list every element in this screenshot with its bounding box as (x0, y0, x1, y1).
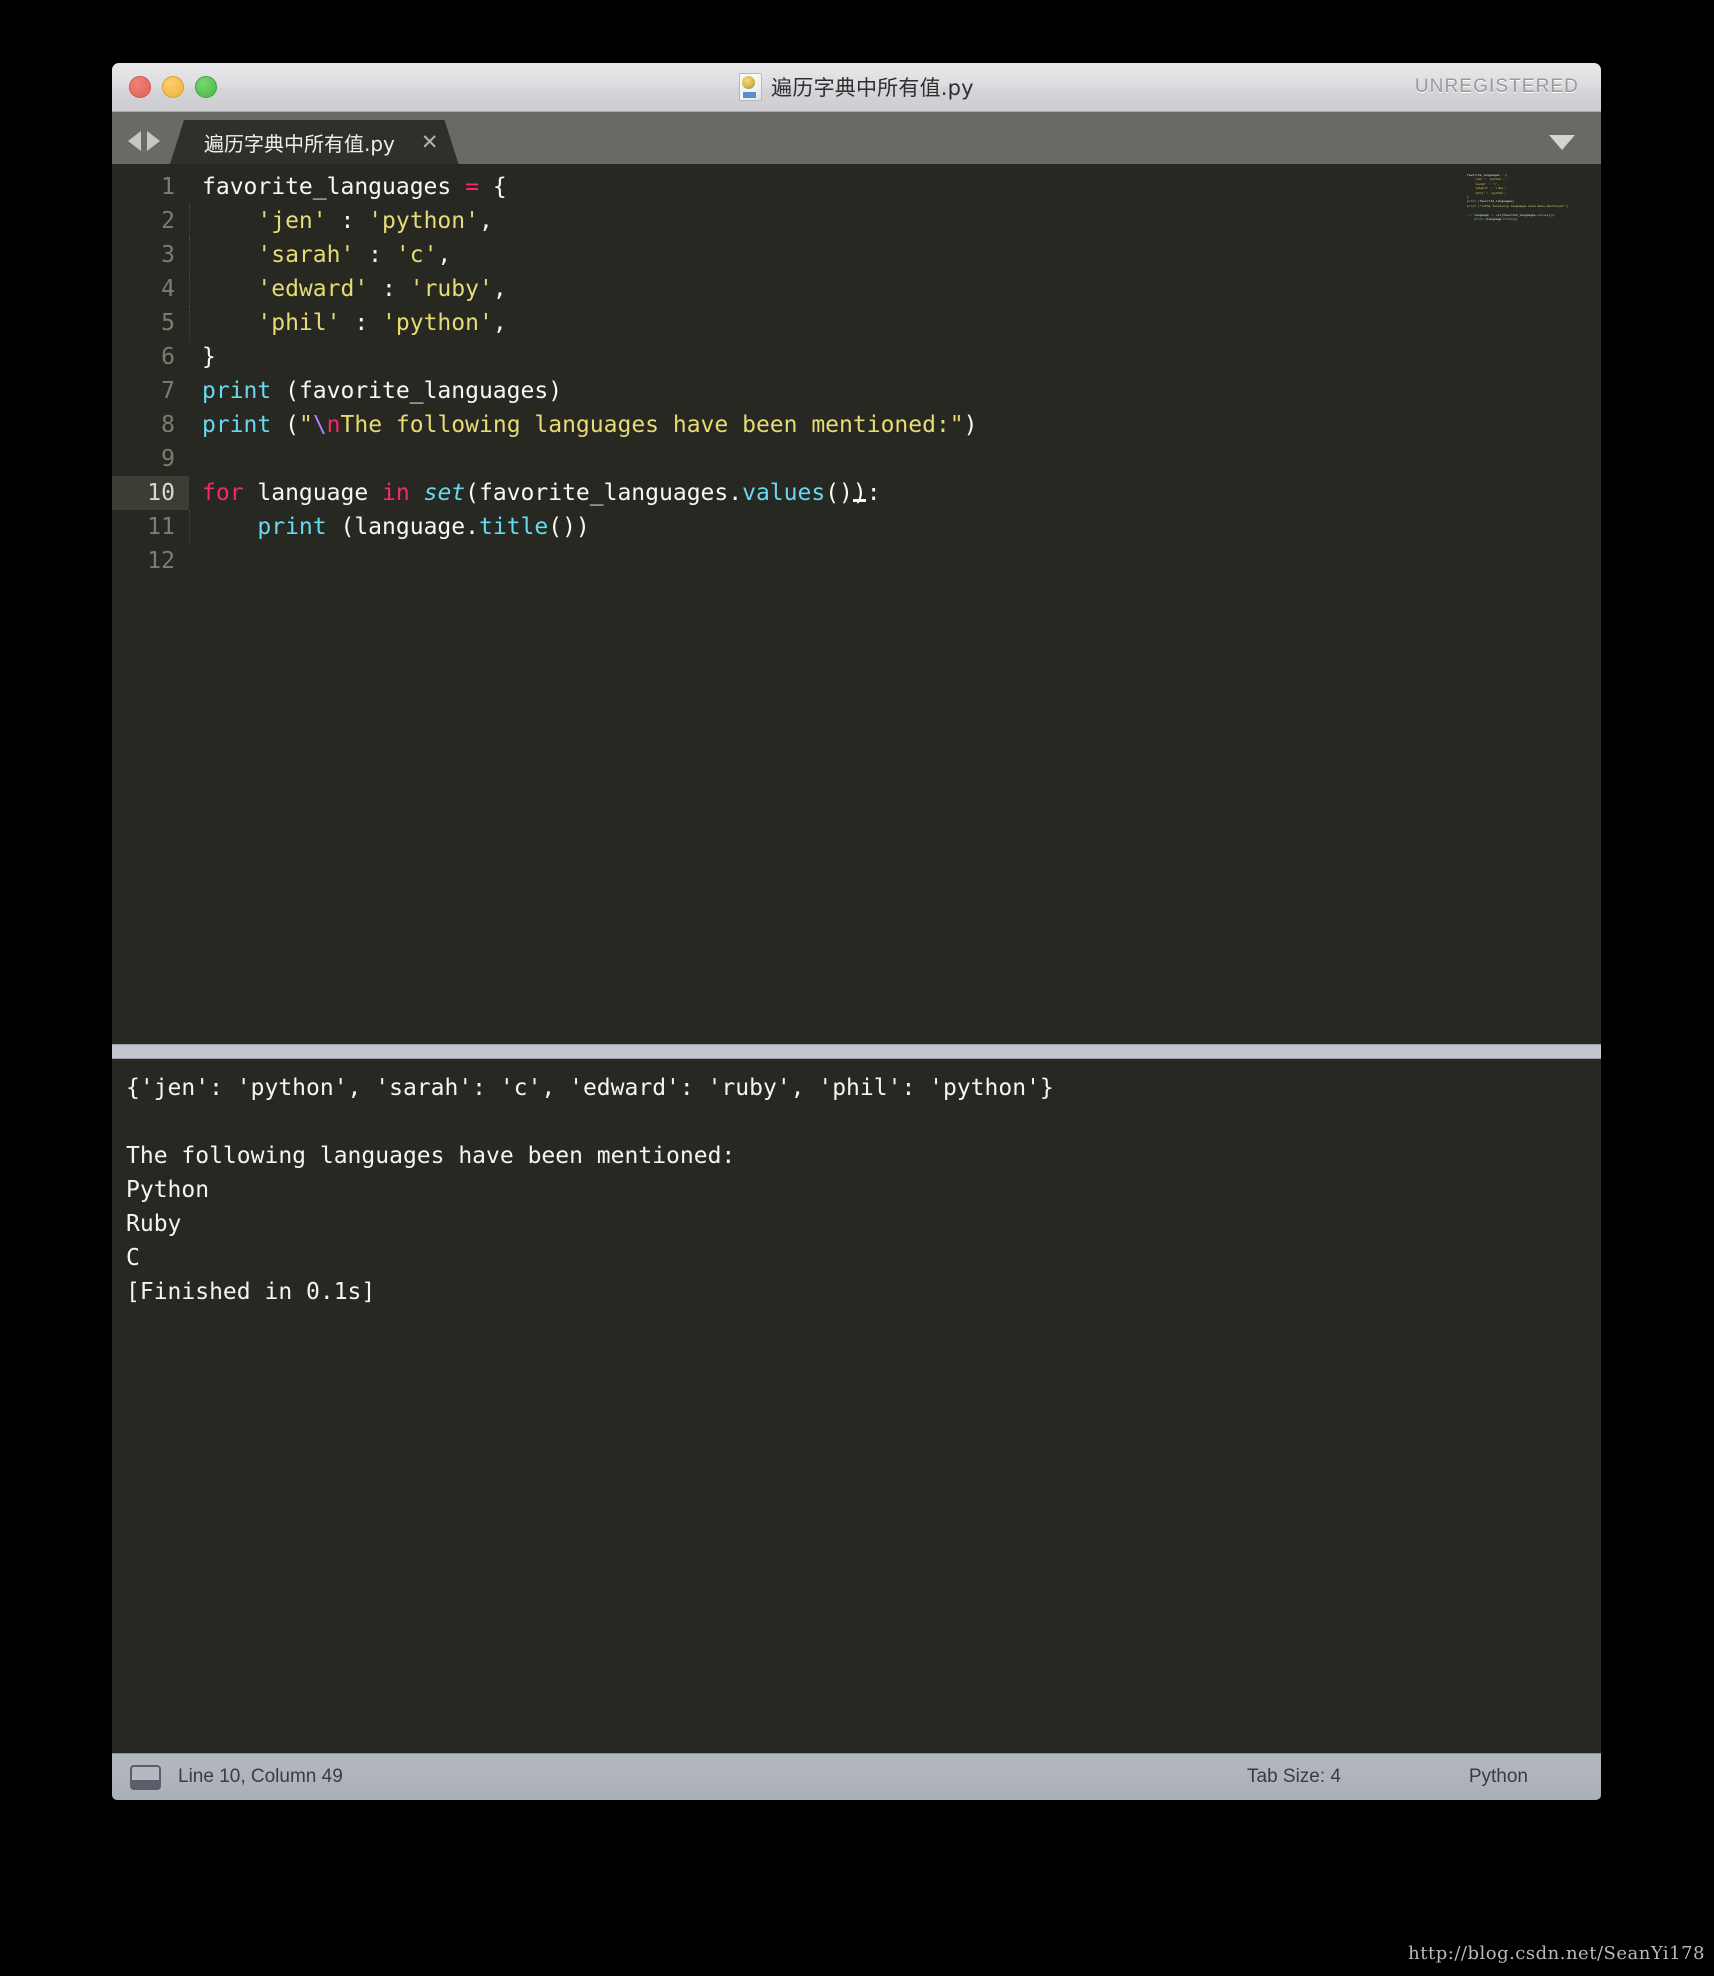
code-line[interactable]: 12 (112, 544, 1601, 578)
arrow-right-icon[interactable] (147, 131, 160, 151)
language-mode-status[interactable]: Python (1469, 1766, 1528, 1788)
line-source: print (favorite_languages) (202, 378, 563, 404)
line-number: 1 (161, 174, 175, 200)
unregistered-badge: UNREGISTERED (1414, 76, 1579, 97)
code-line[interactable]: 5 'phil' : 'python', (112, 306, 1601, 341)
output-line: Python (126, 1177, 210, 1203)
output-line: C (126, 1245, 140, 1271)
window-title: 遍历字典中所有值.py (771, 76, 974, 100)
code-line[interactable]: 4 'edward' : 'ruby', (112, 272, 1601, 307)
code-line[interactable]: 11 print (language.title()) (112, 510, 1601, 545)
code-line[interactable]: 1 favorite_languages = { (112, 170, 1601, 204)
output-line: The following languages have been mentio… (126, 1143, 736, 1169)
code-minimap[interactable]: favorite_languages = { 'jen' : 'python',… (1463, 170, 1583, 230)
line-number: 4 (161, 276, 175, 302)
output-line: Ruby (126, 1211, 182, 1237)
window-title-group: 遍历字典中所有值.py (112, 72, 1601, 102)
line-source: 'phil' : 'python', (189, 306, 507, 341)
code-line[interactable]: 9 (112, 442, 1601, 476)
title-bar: 遍历字典中所有值.py UNREGISTERED (112, 63, 1601, 112)
window-controls (129, 76, 217, 98)
close-icon[interactable]: ✕ (421, 132, 439, 153)
code-line[interactable]: 2 'jen' : 'python', (112, 204, 1601, 239)
line-number: 8 (161, 412, 175, 438)
line-source: } (202, 344, 216, 370)
tab-label: 遍历字典中所有值.py (204, 131, 395, 156)
console-toggle-icon[interactable] (130, 1764, 161, 1790)
tab-active-file[interactable]: 遍历字典中所有值.py ✕ (170, 120, 459, 164)
python-file-icon (739, 73, 763, 101)
minimize-window-button[interactable] (162, 76, 184, 98)
line-number: 6 (161, 344, 175, 370)
code-line[interactable]: 6 } (112, 340, 1601, 374)
line-number: 9 (161, 446, 175, 472)
status-bar: Line 10, Column 49 Tab Size: 4 Python (112, 1753, 1601, 1800)
line-source: print (language.title()) (189, 510, 590, 545)
line-number: 2 (161, 208, 175, 234)
line-source: 'edward' : 'ruby', (189, 272, 507, 307)
tab-size-status[interactable]: Tab Size: 4 (1247, 1766, 1341, 1788)
watermark-text: http://blog.csdn.net/SeanYi178 (1408, 1943, 1705, 1964)
chevron-down-icon[interactable] (1549, 135, 1575, 150)
line-number: 11 (147, 514, 175, 540)
code-content[interactable]: 1 favorite_languages = { 2 'jen' : 'pyth… (112, 164, 1601, 1044)
code-editor[interactable]: 1 favorite_languages = { 2 'jen' : 'pyth… (112, 164, 1601, 1044)
code-line[interactable]: 7 print (favorite_languages) (112, 374, 1601, 408)
build-output-panel[interactable]: {'jen': 'python', 'sarah': 'c', 'edward'… (112, 1059, 1601, 1759)
line-source: 'sarah' : 'c', (189, 238, 451, 273)
line-number: 12 (147, 548, 175, 574)
output-line: {'jen': 'python', 'sarah': 'c', 'edward'… (126, 1075, 1054, 1101)
line-source: print ("\nThe following languages have b… (202, 412, 978, 438)
code-line[interactable]: 8 print ("\nThe following languages have… (112, 408, 1601, 442)
line-number: 5 (161, 310, 175, 336)
panel-divider-handle[interactable] (112, 1044, 1601, 1059)
code-line-active[interactable]: 10 for language in set(favorite_language… (112, 476, 1601, 510)
output-line: [Finished in 0.1s] (126, 1279, 376, 1305)
line-source: for language in set(favorite_languages.v… (202, 480, 881, 506)
close-window-button[interactable] (129, 76, 151, 98)
sublime-text-window: 遍历字典中所有值.py UNREGISTERED 遍历字典中所有值.py ✕ 1… (112, 63, 1601, 1800)
cursor-position-status[interactable]: Line 10, Column 49 (178, 1766, 343, 1788)
tab-bar: 遍历字典中所有值.py ✕ (112, 112, 1601, 164)
line-source: 'jen' : 'python', (189, 204, 493, 239)
maximize-window-button[interactable] (195, 76, 217, 98)
line-source: favorite_languages = { (202, 174, 507, 200)
code-line[interactable]: 3 'sarah' : 'c', (112, 238, 1601, 273)
line-number: 3 (161, 242, 175, 268)
line-number: 10 (112, 476, 189, 510)
arrow-left-icon[interactable] (128, 131, 141, 151)
tab-navigation (128, 131, 160, 151)
line-number: 7 (161, 378, 175, 404)
